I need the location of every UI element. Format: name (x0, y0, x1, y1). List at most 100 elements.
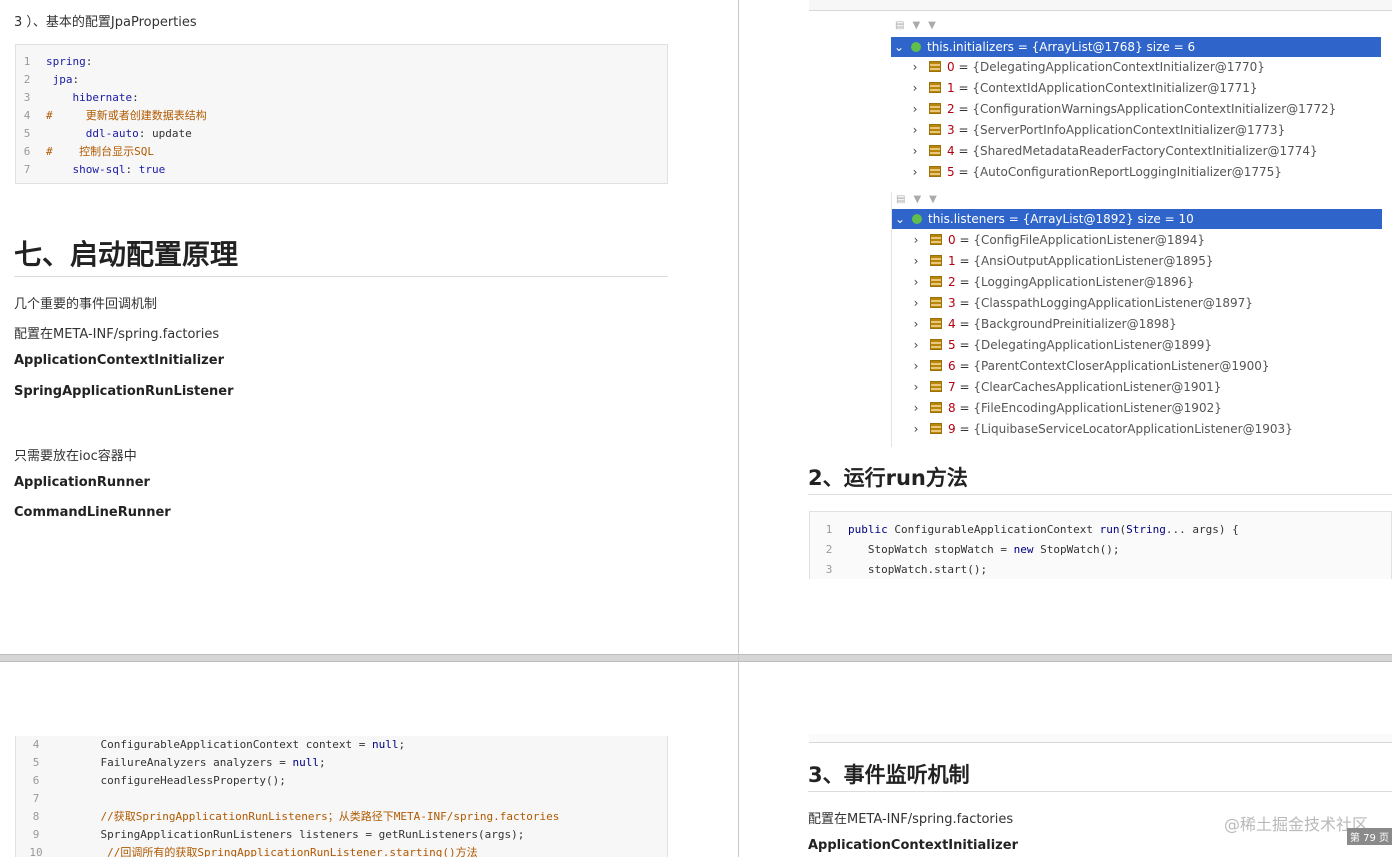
array-element-icon (930, 318, 942, 329)
chevron-right-icon[interactable]: › (908, 251, 924, 272)
array-element-icon (929, 61, 941, 72)
initializers-header-row[interactable]: ⌄ this.initializers = {ArrayList@1768} si… (891, 37, 1381, 57)
initializer-row[interactable]: › 0 = {DelegatingApplicationContextInitia… (891, 57, 1265, 78)
chevron-right-icon[interactable]: › (907, 141, 923, 162)
initializer-row[interactable]: › 3 = {ServerPortInfoApplicationContextIn… (891, 120, 1286, 141)
listener-row[interactable]: › 5 = {DelegatingApplicationListener@1899… (892, 335, 1212, 356)
code-line: 7 (16, 790, 74, 808)
array-element-icon (929, 82, 941, 93)
chevron-down-icon: ⌄ (893, 40, 905, 54)
line-number: 9 (32, 828, 40, 841)
chevron-right-icon[interactable]: › (907, 99, 923, 120)
equals-sign: = (955, 380, 974, 394)
previous-code-block-edge (809, 0, 1392, 11)
code-token: SpringApplicationRunListeners listeners … (74, 828, 525, 841)
line-number: 5 (23, 127, 31, 140)
element-value: {ClasspathLoggingApplicationListener@189… (973, 296, 1253, 310)
bold-initializer: ApplicationContextInitializer (14, 353, 224, 368)
code-token: null (372, 738, 399, 751)
code-line: 9 SpringApplicationRunListeners listener… (16, 826, 525, 844)
chevron-right-icon[interactable]: › (908, 293, 924, 314)
code-token: ConfigurableApplicationContext (887, 523, 1100, 536)
element-index: 2 (947, 102, 955, 116)
element-value: {DelegatingApplicationContextInitializer… (972, 60, 1265, 74)
chevron-right-icon[interactable]: › (907, 162, 923, 183)
debugger-toolbar: ▤▼▼ (895, 20, 944, 31)
element-index: 2 (948, 275, 956, 289)
equals-sign: = (954, 60, 973, 74)
code-line: 1 spring: (16, 53, 93, 71)
heading-rule (808, 494, 1392, 495)
listener-row[interactable]: › 0 = {ConfigFileApplicationListener@1894… (892, 230, 1205, 251)
listener-row[interactable]: › 1 = {AnsiOutputApplicationListener@1895… (892, 251, 1214, 272)
listener-row[interactable]: › 6 = {ParentContextCloserApplicationList… (892, 356, 1270, 377)
line-number: 1 (825, 523, 833, 536)
equals-sign: = (954, 123, 973, 137)
chevron-right-icon[interactable]: › (908, 377, 924, 398)
element-value: {ClearCachesApplicationListener@1901} (973, 380, 1222, 394)
initializer-row[interactable]: › 4 = {SharedMetadataReaderFactoryContext… (891, 141, 1318, 162)
code-token: jpa (52, 73, 73, 86)
initializer-row[interactable]: › 1 = {ContextIdApplicationContextInitial… (891, 78, 1258, 99)
chevron-right-icon[interactable]: › (907, 78, 923, 99)
listeners-header-row[interactable]: ⌄ this.listeners = {ArrayList@1892} size … (892, 209, 1382, 229)
initializer-row[interactable]: › 5 = {AutoConfigurationReportLoggingInit… (891, 162, 1282, 183)
element-index: 3 (948, 296, 956, 310)
chevron-right-icon[interactable]: › (908, 230, 924, 251)
debugger-listeners-panel: ▤▼▼ ⌄ this.listeners = {ArrayList@1892} s… (891, 192, 1382, 447)
code-token: : (132, 91, 139, 104)
line-number: 6 (32, 774, 40, 787)
array-element-icon (930, 234, 942, 245)
element-index: 9 (948, 422, 956, 436)
run-method-heading: 2、运行run方法 (808, 466, 968, 490)
element-index: 6 (948, 359, 956, 373)
yaml-code-block: 1 spring: 2 jpa: 3 hibernate: 4 # 更新或者创建数据表结构… (15, 44, 668, 184)
code-token: ; (319, 756, 326, 769)
code-line: 5 ddl-auto: update (16, 125, 192, 143)
code-token: new (1013, 543, 1034, 556)
listener-row[interactable]: › 8 = {FileEncodingApplicationListener@19… (892, 398, 1222, 419)
listener-row[interactable]: › 3 = {ClasspathLoggingApplicationListene… (892, 293, 1253, 314)
element-index: 7 (948, 380, 956, 394)
initializers-header-label: this.initializers = {ArrayList@1768} siz… (927, 40, 1196, 54)
array-element-icon (930, 402, 942, 413)
listener-row[interactable]: › 7 = {ClearCachesApplicationListener@190… (892, 377, 1222, 398)
element-value: {ServerPortInfoApplicationContextInitial… (972, 123, 1286, 137)
array-element-icon (930, 423, 942, 434)
debugger-toolbar: ▤▼▼ (896, 194, 945, 205)
chevron-right-icon[interactable]: › (908, 356, 924, 377)
chevron-right-icon[interactable]: › (908, 335, 924, 356)
code-token: ; (398, 738, 406, 751)
element-index: 0 (948, 233, 956, 247)
run-method-code-block: 1 public ConfigurableApplicationContext r… (809, 511, 1392, 579)
initializer-row[interactable]: › 2 = {ConfigurationWarningsApplicationCo… (891, 99, 1337, 120)
listener-row[interactable]: › 2 = {LoggingApplicationListener@1896} (892, 272, 1194, 293)
code-line: 7 show-sql: true (16, 161, 166, 179)
listener-row[interactable]: › 4 = {BackgroundPreinitializer@1898} (892, 314, 1177, 335)
code-line: 1 public ConfigurableApplicationContext r… (810, 521, 1239, 539)
code-line: 3 hibernate: (16, 89, 139, 107)
listener-row[interactable]: › 9 = {LiquibaseServiceLocatorApplication… (892, 419, 1293, 440)
chevron-right-icon[interactable]: › (907, 120, 923, 141)
chevron-right-icon[interactable]: › (908, 398, 924, 419)
line-number: 2 (825, 543, 833, 556)
element-index: 8 (948, 401, 956, 415)
line-number: 1 (23, 55, 31, 68)
heading-rule (14, 276, 668, 277)
code-token: ... args) { (1165, 523, 1239, 536)
chevron-right-icon[interactable]: › (908, 419, 924, 440)
code-line: 6 configureHeadlessProperty(); (16, 772, 286, 790)
chevron-right-icon[interactable]: › (908, 272, 924, 293)
element-value: {SharedMetadataReaderFactoryContextIniti… (972, 144, 1318, 158)
field-object-icon (911, 42, 921, 52)
document-page-1: 3 ）、基本的配置JpaProperties 1 spring: 2 jpa: 3 h… (0, 0, 738, 654)
chevron-right-icon[interactable]: › (908, 314, 924, 335)
array-element-icon (930, 360, 942, 371)
chevron-right-icon[interactable]: › (907, 57, 923, 78)
equals-sign: = (955, 254, 974, 268)
code-token: configureHeadlessProperty(); (74, 774, 286, 787)
code-line: 4 ConfigurableApplicationContext context… (16, 736, 405, 754)
element-index: 3 (947, 123, 955, 137)
